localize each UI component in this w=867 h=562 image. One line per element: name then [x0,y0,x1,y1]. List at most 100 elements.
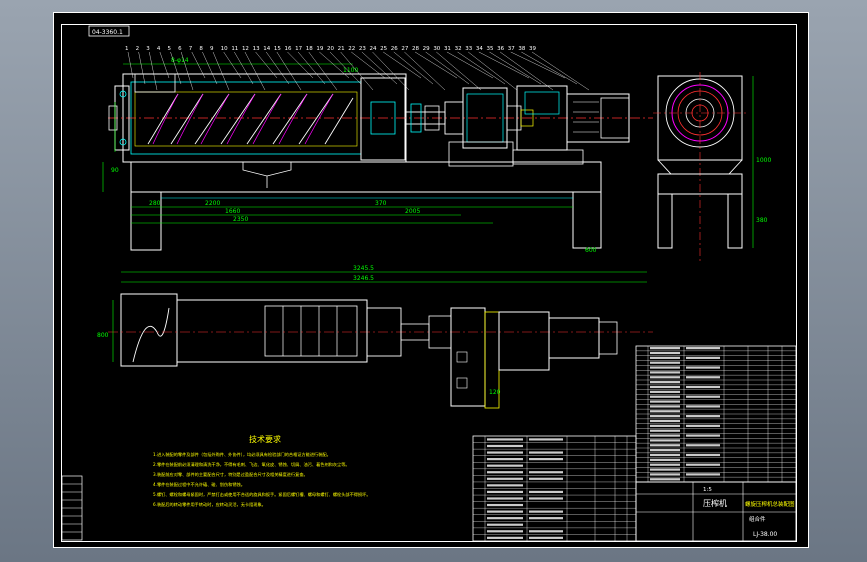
bom-entry-mark [686,347,720,350]
dim-d1660: 1660 [225,208,240,215]
bom-entry-mark [686,463,720,466]
bom-entry-mark [487,497,523,500]
bom-entry-mark [529,490,563,494]
bom-entry-mark [487,477,523,480]
bom-entry-mark [650,351,680,355]
bom-entry-mark [650,439,680,442]
bom-entry-mark [487,517,523,520]
position-number: 4 [157,46,161,52]
bom-table-left [472,435,637,542]
bom-entry-mark [686,395,720,398]
position-number: 9 [210,46,214,52]
position-number: 20 [327,46,334,52]
position-number: 17 [295,46,302,52]
outer-border [53,12,809,548]
position-number: 2 [136,46,140,52]
dim-d120: 120 [489,389,501,396]
position-number: 12 [242,46,249,52]
dim-d280: 280 [149,200,161,207]
dim-total-top: 3245.5 [353,265,374,272]
bom-entry-mark [686,453,720,457]
bom-entry-mark [650,468,680,471]
dim-d90: 90 [111,167,119,174]
bom-entry-mark [487,464,523,467]
tech-title: 技术要求 [249,434,281,444]
bom-entry-mark [529,438,563,441]
position-number: 39 [529,46,536,52]
bom-entry-mark [650,449,680,452]
bom-entry-mark [529,530,563,533]
bom-entry-mark [529,497,563,500]
bom-entry-mark [487,536,523,539]
cad-viewport[interactable]: 04-3360.1 8-φ14 1100 280 2200 370 1660 2… [0,0,867,562]
position-number: 29 [423,46,430,52]
position-number: 1 [125,46,129,52]
position-number: 35 [486,46,493,52]
bom-entry-mark [650,453,680,457]
position-number: 7 [189,46,193,52]
assembly-drawing: 04-3360.1 8-φ14 1100 280 2200 370 1660 2… [53,12,809,548]
position-number: 19 [316,46,323,52]
bom-entry-mark [686,366,720,369]
position-number: 11 [231,46,238,52]
position-number: 36 [497,46,504,52]
position-number: 25 [380,46,387,52]
dim-d2350: 2350 [233,216,248,223]
bom-entry-mark [487,490,523,494]
bom-entry-mark [686,473,720,476]
position-number: 30 [433,46,440,52]
bom-table-right [635,345,797,483]
position-number: 34 [476,46,483,52]
bom-entry-mark [650,444,680,447]
position-number: 32 [455,46,462,52]
bom-entry-mark [529,458,563,461]
bom-entry-mark [529,510,563,513]
position-number: 18 [306,46,313,52]
position-number: 5 [168,46,172,52]
bom-entry-mark [650,473,680,476]
bom-entry-mark [650,405,680,408]
tech-requirements: 技术要求 1.进入装配的零件及部件（包括外购件、外协件），均必须具有检验部门的合… [153,434,371,508]
position-number: 14 [263,46,270,52]
dim-d2200: 2200 [205,200,220,207]
dim-total-bottom: 3246.5 [353,275,374,282]
dim-screw: 8-φ14 [171,57,189,64]
bom-entry-mark [650,424,680,427]
position-number: 33 [465,46,472,52]
tech-note: 3.装配前应对零、部件的主要配合尺寸，特别是过盈配合尺寸及相关精度进行复查。 [153,471,308,478]
bom-entry-mark [650,415,680,418]
position-number: 38 [518,46,525,52]
title-material: 组合件 [749,515,766,523]
bom-entry-mark [650,434,680,437]
front-dimensions: 8-φ14 1100 280 2200 370 1660 2005 2350 9… [102,57,597,254]
bom-entry-mark [487,503,523,507]
position-number: 15 [274,46,281,52]
frame-tag: 04-3360.1 [92,29,123,36]
bom-entry-mark [487,523,523,526]
bom-entry-mark [686,444,720,447]
revision-table [61,475,83,541]
bom-entry-mark [650,381,680,384]
position-number: 37 [508,46,515,52]
bom-entry-mark [650,400,680,403]
bom-entry-mark [686,434,720,437]
bom-entry-mark [529,471,563,474]
bom-entry-mark [487,458,523,461]
bom-entry-mark [650,366,680,369]
dim-d380: 380 [756,217,768,224]
bom-entry-mark [650,347,680,350]
bom-entry-mark [686,415,720,418]
drawing-sheet[interactable]: 04-3360.1 8-φ14 1100 280 2200 370 1660 2… [53,12,809,548]
position-number: 27 [401,46,408,52]
bom-entry-mark [487,530,523,533]
bom-entry-mark [650,385,680,389]
title-block: 压榨机 螺旋压榨机总装配图 组合件 1:5 LJ-38.00 [635,481,797,542]
title-drawing-no: LJ-38.00 [753,531,777,538]
bom-entry-mark [650,356,680,359]
bom-entry-mark [650,478,680,481]
tech-note: 2.零件在装配前必须清理和清洗干净，不得有毛刺、飞边、氧化皮、锈蚀、切屑、油污、… [153,461,350,468]
side-view: 1000 380 [653,72,771,264]
dim-d2005: 2005 [405,208,420,215]
bom-entry-mark [686,424,720,427]
bom-entry-mark [650,395,680,398]
